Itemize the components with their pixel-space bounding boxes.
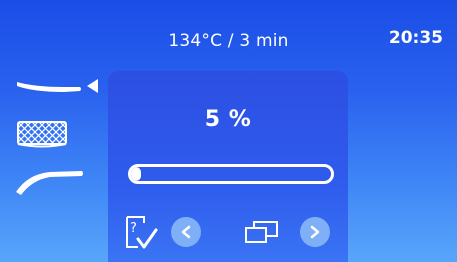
progress-bar xyxy=(128,164,334,184)
selection-arrow-icon xyxy=(86,78,100,98)
progress-percent: 5 % xyxy=(204,107,252,132)
clock: 20:35 xyxy=(388,28,443,48)
chevron-right-icon xyxy=(310,225,320,239)
contra-angle-handpiece-icon[interactable] xyxy=(14,166,86,200)
previous-button[interactable] xyxy=(171,217,201,247)
next-button[interactable] xyxy=(300,217,330,247)
help-checklist-icon[interactable]: ? xyxy=(124,214,158,256)
basket-icon[interactable] xyxy=(14,118,70,154)
progress-bar-fill xyxy=(131,167,141,181)
windows-icon[interactable] xyxy=(244,219,280,249)
straight-handpiece-icon[interactable] xyxy=(14,74,84,102)
chevron-left-icon xyxy=(181,225,191,239)
svg-text:?: ? xyxy=(130,221,137,236)
